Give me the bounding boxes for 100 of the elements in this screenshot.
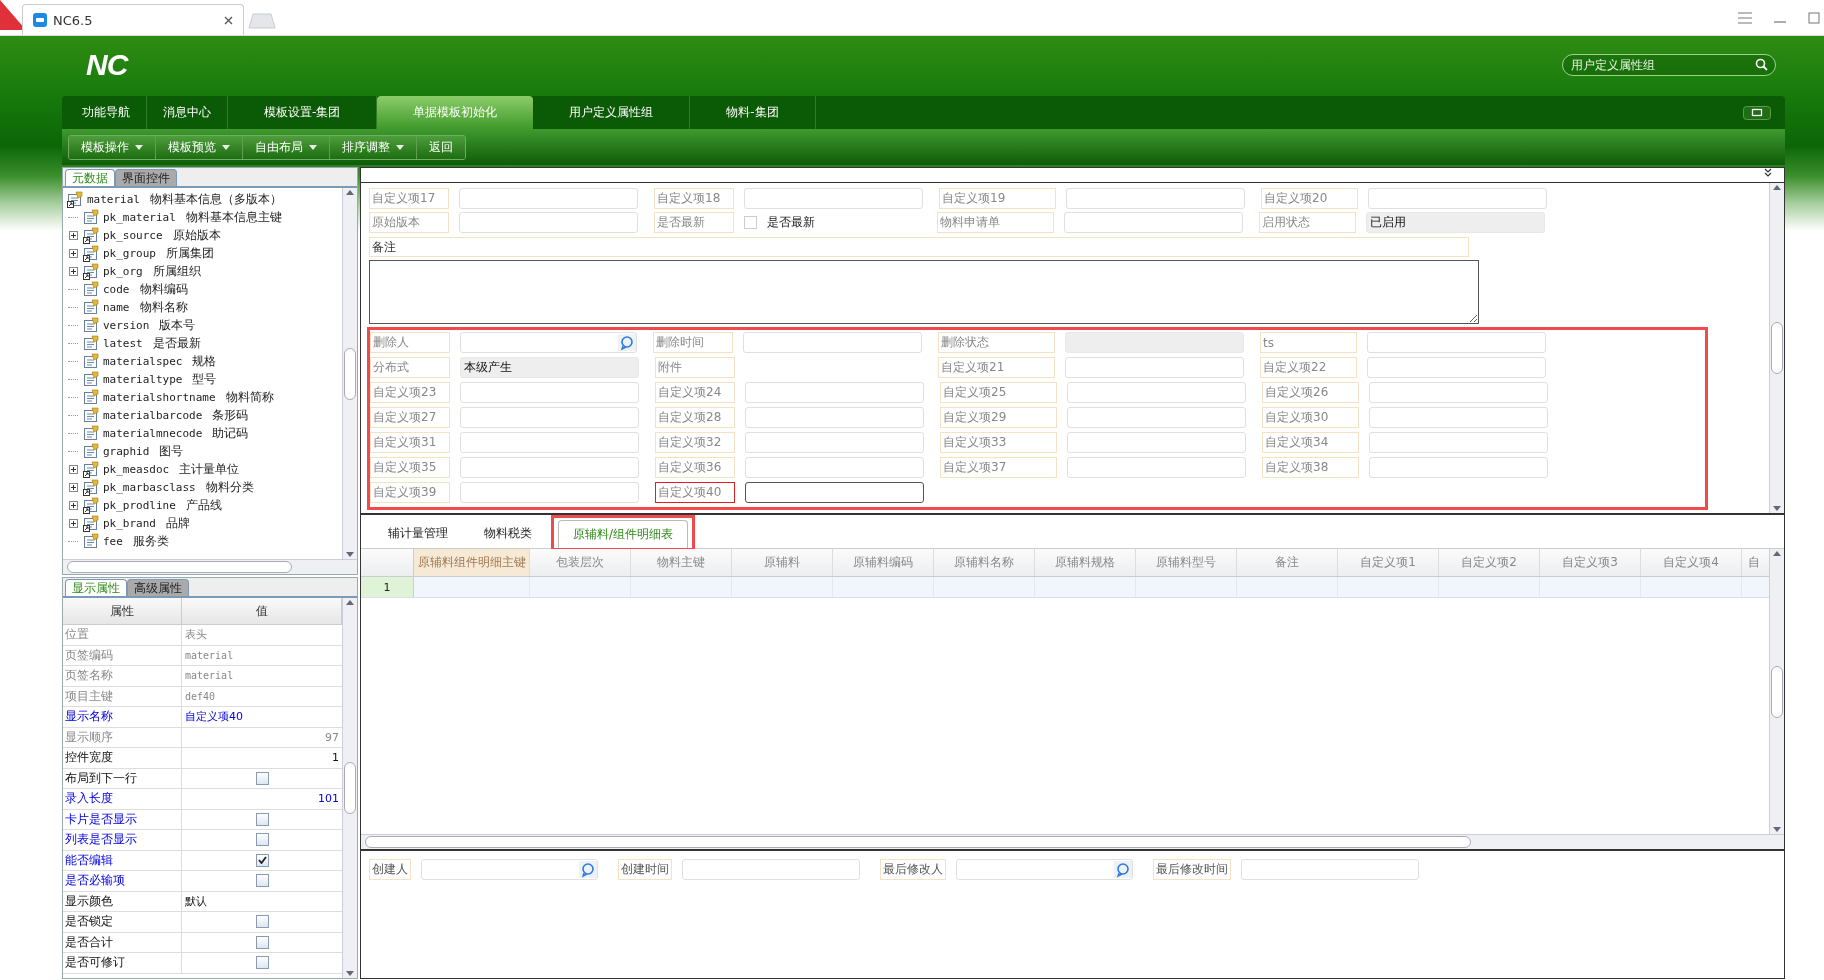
tree-item-label[interactable]: 产品线 [185,496,222,514]
table-cell[interactable] [1237,577,1338,597]
tree-item-code[interactable]: materialtype [103,372,183,386]
lookup-field[interactable] [956,859,1133,880]
search-icon[interactable] [1755,58,1768,71]
checkbox[interactable] [255,874,269,888]
checkbox[interactable] [744,215,757,229]
checkbox[interactable] [255,812,269,826]
scrollbar-thumb[interactable] [1771,665,1783,718]
scrollbar[interactable] [63,559,357,574]
scrollbar[interactable] [1769,183,1784,513]
tree-item-label[interactable]: 型号 [192,370,217,388]
tree-item-code[interactable]: latest [103,336,143,350]
menu-icon[interactable] [1738,11,1752,24]
tab[interactable]: 辅计量管理 [378,519,458,548]
tree-item-label[interactable]: 物料基本信息（多版本） [150,190,282,208]
expand-icon[interactable] [68,464,78,474]
scrollbar[interactable] [1769,549,1784,834]
checkbox[interactable] [255,771,269,785]
scroll-down-icon[interactable] [1772,505,1782,513]
table-cell[interactable] [1338,577,1439,597]
tree-item-code[interactable]: version [103,318,150,332]
table-cell[interactable] [934,577,1035,597]
tree-item-code[interactable]: pk_source [103,228,163,242]
tree-item-code[interactable]: pk_group [103,246,156,260]
tree-item-code[interactable]: fee [103,534,123,548]
tree-item-label[interactable]: 物料名称 [139,298,188,316]
scroll-up-icon[interactable] [1772,549,1782,557]
expand-icon[interactable] [68,500,78,510]
browser-tab[interactable]: NC6.5 [22,4,244,35]
tree-item-code[interactable]: pk_material [103,210,176,224]
scrollbar-thumb[interactable] [365,836,1471,848]
scrollbar-thumb[interactable] [67,561,293,573]
lookup-icon[interactable] [618,334,636,351]
collapse-icon[interactable] [1764,168,1772,178]
lookup-field[interactable] [460,332,637,353]
lookup-icon[interactable] [579,861,597,878]
scrollbar-thumb[interactable] [344,347,356,400]
checkbox[interactable] [255,915,269,929]
table-cell[interactable] [414,577,530,597]
tree-item-code[interactable]: material [87,192,140,206]
close-icon[interactable] [224,15,233,25]
search-field[interactable]: 用户定义属性组 [1562,54,1776,76]
tree-item-code[interactable]: pk_measdoc [103,462,170,476]
table-cell[interactable] [1540,577,1641,597]
menu-button[interactable]: 模板预览 [156,135,243,159]
tree-item-label[interactable]: 物料编码 [139,280,188,298]
tree-item-label[interactable]: 助记码 [212,424,249,442]
scrollbar[interactable] [342,188,357,559]
tree-item-label[interactable]: 版本号 [159,316,196,334]
tree-item-label[interactable]: 物料分类 [205,478,254,496]
tree-item-label[interactable]: 条形码 [212,406,249,424]
checkbox[interactable] [255,956,269,970]
panel-tab[interactable]: 元数据 [65,169,115,186]
table-cell[interactable] [631,577,732,597]
column-header[interactable]: 原辅料组件明细主键 [414,549,530,576]
table-cell[interactable] [1742,577,1769,597]
input-field[interactable] [745,482,924,503]
checkbox[interactable] [255,853,269,867]
table-cell[interactable] [1641,577,1742,597]
scrollbar-thumb[interactable] [1771,322,1783,374]
tree-item-code[interactable]: graphid [103,444,150,458]
table-cell[interactable] [1035,577,1136,597]
scrollbar-thumb[interactable] [344,762,356,814]
new-tab-icon[interactable] [248,13,276,29]
table-cell[interactable] [833,577,934,597]
panel-tab[interactable]: 高级属性 [127,579,189,596]
tree-item-code[interactable]: code [103,282,130,296]
menu-button[interactable]: 排序调整 [330,135,417,159]
tree-item-code[interactable]: materialmnecode [103,426,203,440]
checkbox[interactable] [255,935,269,949]
tree-item-code[interactable]: materialspec [103,354,183,368]
tree-item-code[interactable]: pk_org [103,264,143,278]
tab[interactable]: 原辅料/组件明细表 [558,520,689,548]
tree-item-label[interactable]: 物料基本信息主键 [185,208,282,226]
panel-tab[interactable]: 显示属性 [65,579,127,596]
expand-icon[interactable] [68,266,78,276]
tree-item-label[interactable]: 物料简称 [225,388,274,406]
tree-item-code[interactable]: materialbarcode [103,408,203,422]
table-cell[interactable] [732,577,833,597]
tree-item-code[interactable]: pk_brand [103,516,156,530]
tree-item-label[interactable]: 原始版本 [172,226,221,244]
tree-item-label[interactable]: 服务类 [132,532,169,550]
menu-button[interactable]: 模板操作 [69,135,156,159]
text-area[interactable] [369,260,1479,324]
tab[interactable]: 物料税类 [474,519,542,548]
scroll-down-icon[interactable] [345,970,355,978]
table-cell[interactable] [1136,577,1237,597]
table-cell[interactable] [1439,577,1540,597]
scrollbar[interactable] [361,834,1784,849]
expand-icon[interactable] [68,482,78,492]
menu-button[interactable]: 自由布局 [243,135,330,159]
tree-item-code[interactable]: name [103,300,130,314]
panel-tab[interactable]: 界面控件 [115,169,177,186]
maximize-icon[interactable] [1808,11,1820,24]
tree-item-label[interactable]: 是否最新 [152,334,201,352]
table-cell[interactable] [530,577,631,597]
tree-item-label[interactable]: 品牌 [166,514,190,532]
tree-item-code[interactable]: materialshortname [103,390,216,404]
tree-item-code[interactable]: pk_prodline [103,498,176,512]
